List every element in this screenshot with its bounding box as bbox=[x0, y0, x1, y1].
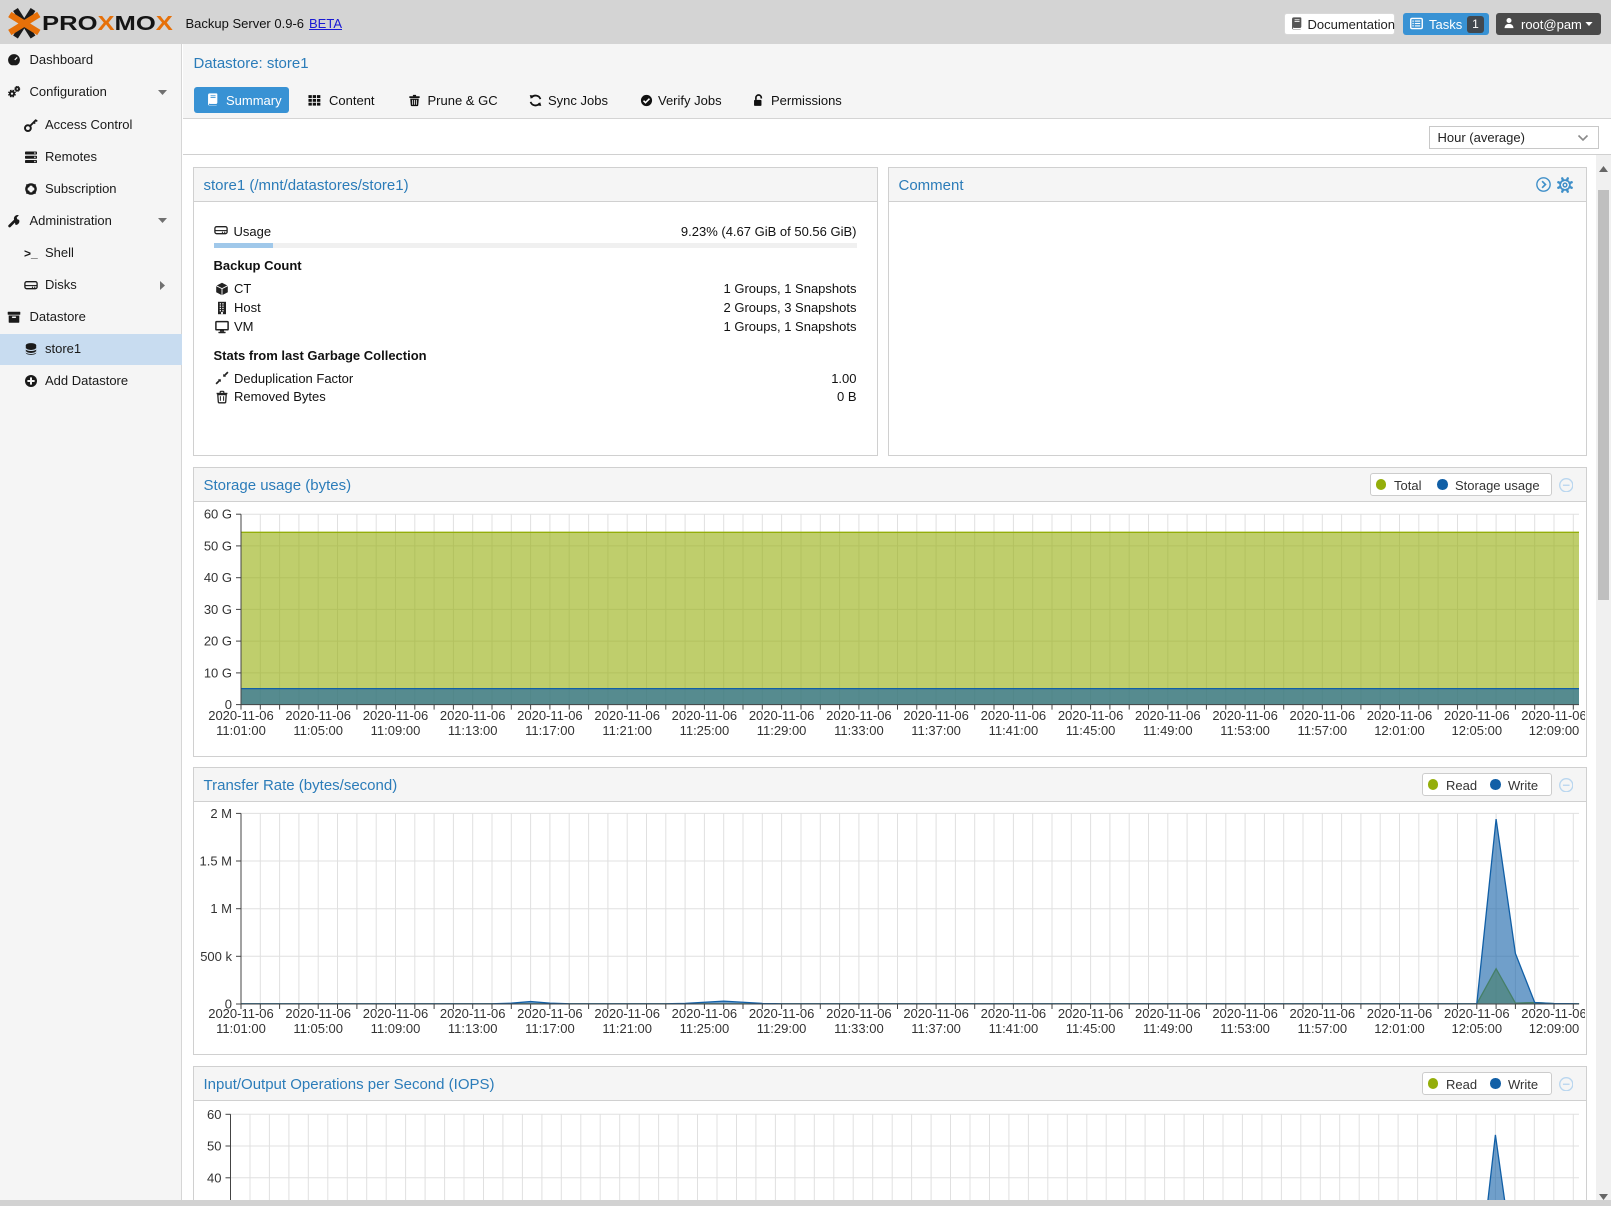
svg-text:2020-11-06: 2020-11-06 bbox=[1521, 708, 1585, 723]
svg-text:11:25:00: 11:25:00 bbox=[680, 723, 730, 738]
svg-text:60: 60 bbox=[207, 1107, 221, 1122]
svg-text:2020-11-06: 2020-11-06 bbox=[517, 1006, 583, 1021]
svg-text:2020-11-06: 2020-11-06 bbox=[826, 1006, 892, 1021]
svg-text:11:01:00: 11:01:00 bbox=[216, 1021, 266, 1036]
svg-text:2020-11-06: 2020-11-06 bbox=[517, 708, 583, 723]
svg-text:11:13:00: 11:13:00 bbox=[448, 723, 498, 738]
svg-text:11:25:00: 11:25:00 bbox=[680, 1021, 730, 1036]
svg-text:2020-11-06: 2020-11-06 bbox=[1212, 1006, 1278, 1021]
svg-text:2020-11-06: 2020-11-06 bbox=[1212, 708, 1278, 723]
svg-text:2020-11-06: 2020-11-06 bbox=[1135, 708, 1201, 723]
svg-text:11:41:00: 11:41:00 bbox=[989, 723, 1039, 738]
svg-text:2020-11-06: 2020-11-06 bbox=[672, 708, 738, 723]
svg-text:2020-11-06: 2020-11-06 bbox=[981, 1006, 1047, 1021]
svg-text:11:53:00: 11:53:00 bbox=[1220, 723, 1270, 738]
svg-text:2020-11-06: 2020-11-06 bbox=[208, 1006, 274, 1021]
svg-text:2020-11-06: 2020-11-06 bbox=[1444, 708, 1510, 723]
svg-text:2020-11-06: 2020-11-06 bbox=[285, 1006, 351, 1021]
svg-text:11:53:00: 11:53:00 bbox=[1220, 1021, 1270, 1036]
svg-text:2020-11-06: 2020-11-06 bbox=[1367, 1006, 1433, 1021]
svg-text:2020-11-06: 2020-11-06 bbox=[826, 708, 892, 723]
svg-text:11:57:00: 11:57:00 bbox=[1297, 723, 1347, 738]
svg-text:2020-11-06: 2020-11-06 bbox=[1444, 1006, 1510, 1021]
svg-text:500 k: 500 k bbox=[200, 949, 232, 964]
svg-text:2020-11-06: 2020-11-06 bbox=[440, 1006, 506, 1021]
svg-text:12:05:00: 12:05:00 bbox=[1451, 723, 1502, 738]
svg-text:11:21:00: 11:21:00 bbox=[602, 723, 652, 738]
svg-text:10 G: 10 G bbox=[204, 665, 232, 680]
svg-text:2020-11-06: 2020-11-06 bbox=[1290, 708, 1356, 723]
svg-text:11:33:00: 11:33:00 bbox=[834, 1021, 884, 1036]
svg-text:12:05:00: 12:05:00 bbox=[1451, 1021, 1502, 1036]
svg-text:11:49:00: 11:49:00 bbox=[1143, 723, 1193, 738]
svg-text:11:29:00: 11:29:00 bbox=[757, 1021, 807, 1036]
svg-text:2020-11-06: 2020-11-06 bbox=[672, 1006, 738, 1021]
svg-text:11:37:00: 11:37:00 bbox=[911, 1021, 961, 1036]
svg-text:12:01:00: 12:01:00 bbox=[1374, 1021, 1425, 1036]
svg-text:11:05:00: 11:05:00 bbox=[293, 1021, 343, 1036]
svg-text:2020-11-06: 2020-11-06 bbox=[1058, 1006, 1124, 1021]
svg-text:40 G: 40 G bbox=[204, 570, 232, 585]
svg-text:11:09:00: 11:09:00 bbox=[371, 723, 421, 738]
svg-text:12:09:00: 12:09:00 bbox=[1529, 723, 1580, 738]
svg-text:2020-11-06: 2020-11-06 bbox=[285, 708, 351, 723]
svg-text:12:09:00: 12:09:00 bbox=[1529, 1021, 1580, 1036]
svg-text:11:17:00: 11:17:00 bbox=[525, 1021, 575, 1036]
svg-text:60 G: 60 G bbox=[204, 507, 232, 522]
svg-text:11:57:00: 11:57:00 bbox=[1297, 1021, 1347, 1036]
svg-text:11:33:00: 11:33:00 bbox=[834, 723, 884, 738]
svg-text:50 G: 50 G bbox=[204, 538, 232, 553]
svg-text:11:45:00: 11:45:00 bbox=[1066, 1021, 1116, 1036]
svg-text:2020-11-06: 2020-11-06 bbox=[749, 708, 815, 723]
svg-text:2020-11-06: 2020-11-06 bbox=[440, 708, 506, 723]
svg-text:2020-11-06: 2020-11-06 bbox=[903, 1006, 969, 1021]
svg-text:12:01:00: 12:01:00 bbox=[1374, 723, 1425, 738]
svg-text:11:05:00: 11:05:00 bbox=[293, 723, 343, 738]
svg-text:11:01:00: 11:01:00 bbox=[216, 723, 266, 738]
svg-text:2020-11-06: 2020-11-06 bbox=[1290, 1006, 1356, 1021]
svg-text:20 G: 20 G bbox=[204, 634, 232, 649]
svg-text:2020-11-06: 2020-11-06 bbox=[1135, 1006, 1201, 1021]
svg-text:2020-11-06: 2020-11-06 bbox=[594, 1006, 660, 1021]
svg-text:2020-11-06: 2020-11-06 bbox=[208, 708, 274, 723]
svg-text:50: 50 bbox=[207, 1139, 221, 1154]
svg-text:2020-11-06: 2020-11-06 bbox=[363, 708, 429, 723]
svg-text:2020-11-06: 2020-11-06 bbox=[1367, 708, 1433, 723]
svg-text:2020-11-06: 2020-11-06 bbox=[749, 1006, 815, 1021]
svg-text:11:37:00: 11:37:00 bbox=[911, 723, 961, 738]
svg-text:1 M: 1 M bbox=[210, 901, 232, 916]
svg-text:11:45:00: 11:45:00 bbox=[1066, 723, 1116, 738]
svg-text:>_: >_ bbox=[24, 246, 38, 260]
svg-text:2020-11-06: 2020-11-06 bbox=[594, 708, 660, 723]
svg-text:2020-11-06: 2020-11-06 bbox=[981, 708, 1047, 723]
svg-text:2020-11-06: 2020-11-06 bbox=[1058, 708, 1124, 723]
svg-text:2020-11-06: 2020-11-06 bbox=[1521, 1006, 1585, 1021]
svg-text:11:21:00: 11:21:00 bbox=[602, 1021, 652, 1036]
svg-text:1.5 M: 1.5 M bbox=[199, 854, 232, 869]
svg-text:11:13:00: 11:13:00 bbox=[448, 1021, 498, 1036]
svg-text:11:17:00: 11:17:00 bbox=[525, 723, 575, 738]
svg-text:11:49:00: 11:49:00 bbox=[1143, 1021, 1193, 1036]
svg-text:2020-11-06: 2020-11-06 bbox=[903, 708, 969, 723]
svg-text:11:09:00: 11:09:00 bbox=[371, 1021, 421, 1036]
svg-text:11:29:00: 11:29:00 bbox=[757, 723, 807, 738]
svg-text:30 G: 30 G bbox=[204, 602, 232, 617]
svg-text:11:41:00: 11:41:00 bbox=[989, 1021, 1039, 1036]
svg-text:40: 40 bbox=[207, 1170, 221, 1185]
svg-text:2 M: 2 M bbox=[210, 806, 232, 821]
svg-text:2020-11-06: 2020-11-06 bbox=[363, 1006, 429, 1021]
